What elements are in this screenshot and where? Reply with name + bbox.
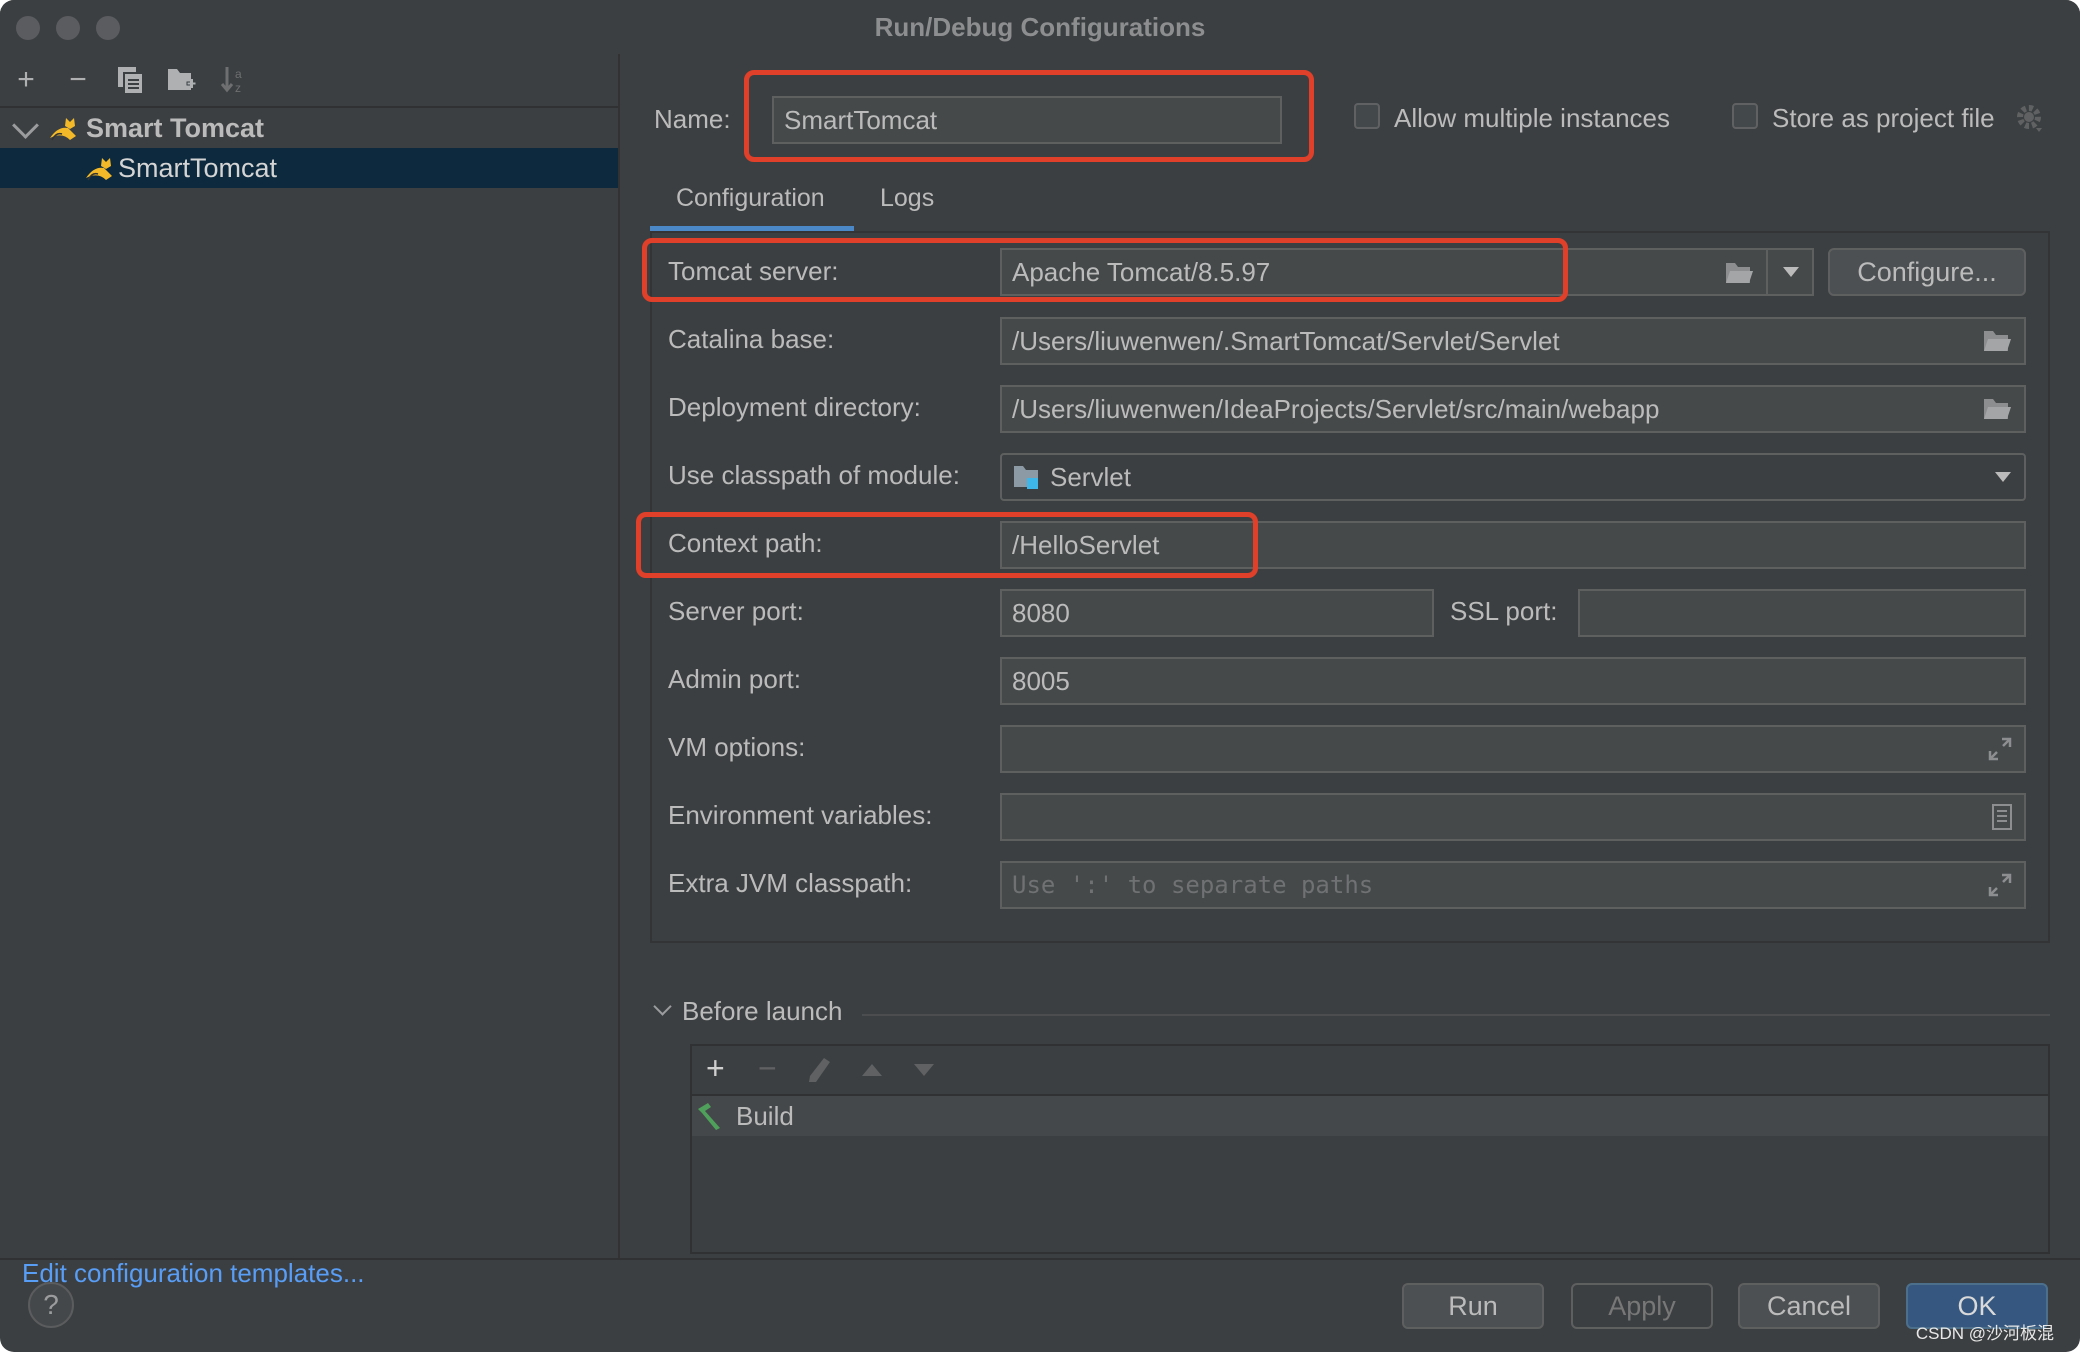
help-button[interactable]: ? bbox=[28, 1282, 74, 1328]
before-launch-title: Before launch bbox=[682, 996, 843, 1026]
ssl-port-input[interactable] bbox=[1578, 589, 2026, 637]
sort-configurations-button[interactable]: a z bbox=[218, 64, 250, 96]
classpath-module-value: Servlet bbox=[1050, 461, 1131, 492]
folder-icon[interactable] bbox=[1982, 396, 2012, 422]
catalina-base-label: Catalina base: bbox=[668, 324, 835, 354]
sort-alpha-icon: a z bbox=[220, 67, 242, 95]
apply-button[interactable]: Apply bbox=[1571, 1283, 1713, 1329]
environment-variables-label: Environment variables: bbox=[668, 800, 933, 830]
store-as-project-file-label: Store as project file bbox=[1772, 103, 1995, 133]
catalina-base-input[interactable]: /Users/liuwenwen/.SmartTomcat/Servlet/Se… bbox=[1000, 317, 2026, 365]
deployment-directory-value: /Users/liuwenwen/IdeaProjects/Servlet/sr… bbox=[1012, 393, 1660, 424]
watermark: CSDN @沙河板混 bbox=[1915, 1324, 2054, 1343]
catalina-base-value: /Users/liuwenwen/.SmartTomcat/Servlet/Se… bbox=[1012, 325, 1560, 356]
vm-options-label: VM options: bbox=[668, 732, 806, 762]
window-title: Run/Debug Configurations bbox=[874, 12, 1206, 42]
tab-logs[interactable]: Logs bbox=[880, 184, 934, 213]
hammer-icon bbox=[698, 1103, 720, 1130]
help-icon: ? bbox=[43, 1289, 59, 1320]
expand-icon[interactable] bbox=[1988, 873, 2012, 897]
deployment-directory-label: Deployment directory: bbox=[668, 392, 921, 422]
new-folder-icon bbox=[168, 69, 197, 90]
copy-icon bbox=[118, 67, 142, 93]
tree-item-label: SmartTomcat bbox=[118, 152, 278, 183]
tree-group-smart-tomcat[interactable]: Smart Tomcat bbox=[0, 108, 618, 148]
footer-divider bbox=[0, 1258, 2080, 1260]
svg-text:a: a bbox=[235, 67, 242, 81]
configuration-editor: Name: SmartTomcat Allow multiple instanc… bbox=[620, 54, 2080, 1258]
allow-multiple-instances-label: Allow multiple instances bbox=[1394, 103, 1671, 133]
module-folder-icon bbox=[1014, 466, 1038, 489]
move-down-icon[interactable] bbox=[912, 1062, 936, 1078]
name-input[interactable]: SmartTomcat bbox=[772, 96, 1282, 144]
task-label: Build bbox=[736, 1100, 794, 1131]
remove-task-button[interactable]: − bbox=[758, 1050, 777, 1087]
extra-jvm-classpath-input[interactable]: Use ':' to separate paths bbox=[1000, 861, 2026, 909]
before-launch-panel: + − Build bbox=[690, 1044, 2050, 1254]
admin-port-value: 8005 bbox=[1012, 665, 1070, 696]
chevron-down-icon[interactable] bbox=[12, 112, 39, 139]
name-label: Name: bbox=[654, 104, 731, 134]
tomcat-server-select[interactable]: Apache Tomcat/8.5.97 bbox=[1000, 248, 1814, 296]
before-launch-toggle[interactable]: Before launch bbox=[650, 996, 850, 1032]
edit-task-icon[interactable] bbox=[806, 1056, 832, 1084]
deployment-directory-input[interactable]: /Users/liuwenwen/IdeaProjects/Servlet/sr… bbox=[1000, 385, 2026, 433]
copy-configuration-button[interactable] bbox=[114, 64, 146, 96]
dropdown-arrow-icon[interactable] bbox=[1782, 266, 1800, 278]
allow-multiple-instances-checkbox[interactable] bbox=[1354, 103, 1380, 129]
section-divider bbox=[862, 1014, 2050, 1016]
before-launch-task-row[interactable]: Build bbox=[692, 1096, 2048, 1136]
classpath-module-select[interactable]: Servlet bbox=[1000, 453, 2026, 501]
plus-icon: + bbox=[17, 63, 35, 96]
ssl-port-label: SSL port: bbox=[1450, 596, 1558, 626]
store-as-project-file-checkbox[interactable] bbox=[1732, 103, 1758, 129]
vm-options-input[interactable] bbox=[1000, 725, 2026, 773]
move-up-icon[interactable] bbox=[860, 1062, 884, 1078]
configure-button[interactable]: Configure... bbox=[1828, 248, 2026, 296]
extra-jvm-classpath-placeholder: Use ':' to separate paths bbox=[1012, 871, 1374, 899]
expand-icon[interactable] bbox=[1988, 737, 2012, 761]
environment-variables-input[interactable] bbox=[1000, 793, 2026, 841]
admin-port-label: Admin port: bbox=[668, 664, 801, 694]
chevron-down-icon bbox=[653, 997, 672, 1016]
admin-port-input[interactable]: 8005 bbox=[1000, 657, 2026, 705]
sidebar: + − a z Smart Tomcat SmartTomcat Edit co… bbox=[0, 54, 620, 1288]
cancel-button[interactable]: Cancel bbox=[1738, 1283, 1880, 1329]
add-task-button[interactable]: + bbox=[706, 1050, 725, 1087]
dropdown-arrow-icon bbox=[1995, 472, 2011, 482]
tomcat-icon bbox=[86, 158, 112, 181]
minus-icon: − bbox=[69, 63, 87, 96]
tree-item-smarttomcat[interactable]: SmartTomcat bbox=[0, 148, 618, 188]
document-icon[interactable] bbox=[1992, 804, 2012, 830]
context-path-input[interactable]: /HelloServlet bbox=[1000, 521, 2026, 569]
run-button[interactable]: Run bbox=[1402, 1283, 1544, 1329]
folder-icon[interactable] bbox=[1982, 328, 2012, 354]
gear-icon[interactable] bbox=[2016, 104, 2044, 134]
edit-configuration-templates-link[interactable]: Edit configuration templates... bbox=[22, 1258, 365, 1289]
extra-jvm-classpath-label: Extra JVM classpath: bbox=[668, 868, 913, 898]
add-configuration-button[interactable]: + bbox=[10, 63, 42, 96]
title-bar: Run/Debug Configurations bbox=[0, 0, 2080, 54]
server-port-input[interactable]: 8080 bbox=[1000, 589, 1434, 637]
server-port-label: Server port: bbox=[668, 596, 804, 626]
tree-group-label: Smart Tomcat bbox=[86, 112, 265, 143]
tomcat-server-value: Apache Tomcat/8.5.97 bbox=[1012, 256, 1271, 287]
remove-configuration-button[interactable]: − bbox=[62, 63, 94, 96]
before-launch-toolbar: + − bbox=[692, 1046, 2048, 1096]
classpath-module-label: Use classpath of module: bbox=[668, 460, 960, 490]
tomcat-icon bbox=[50, 118, 76, 141]
context-path-value: /HelloServlet bbox=[1012, 529, 1160, 560]
svg-text:z: z bbox=[235, 81, 241, 95]
name-input-value: SmartTomcat bbox=[784, 104, 938, 135]
tomcat-server-label: Tomcat server: bbox=[668, 256, 839, 286]
move-into-folder-button[interactable] bbox=[166, 64, 198, 96]
folder-icon[interactable] bbox=[1724, 260, 1754, 286]
select-divider bbox=[1766, 250, 1768, 294]
server-port-value: 8080 bbox=[1012, 597, 1070, 628]
sidebar-toolbar: + − a z bbox=[0, 54, 618, 108]
context-path-label: Context path: bbox=[668, 528, 823, 558]
tab-configuration[interactable]: Configuration bbox=[676, 184, 825, 213]
run-debug-configurations-dialog: Run/Debug Configurations + − a z Smart T… bbox=[0, 0, 2080, 1352]
